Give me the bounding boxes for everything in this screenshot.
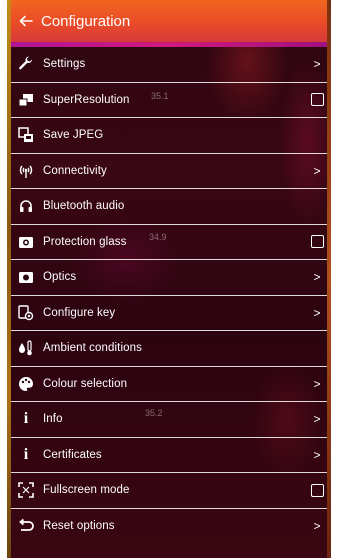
menu-item-label: Connectivity — [43, 164, 107, 177]
wireless-icon — [17, 162, 35, 180]
menu-item-protection-glass[interactable]: Protection glass 34.9 — [11, 225, 327, 260]
menu-item-superresolution[interactable]: SuperResolution 35.1 — [11, 83, 327, 118]
palette-icon — [17, 375, 35, 393]
chevron-right-icon: > — [313, 376, 321, 391]
chevron-right-icon: > — [313, 519, 321, 534]
menu-item-fullscreen-mode[interactable]: Fullscreen mode — [11, 473, 327, 509]
key-config-icon — [17, 304, 35, 322]
menu-item-settings[interactable]: Settings > — [11, 47, 327, 83]
menu-item-label: Save JPEG — [43, 129, 104, 142]
wrench-icon — [17, 55, 35, 73]
menu-item-certificates[interactable]: i Certificates > — [11, 438, 327, 473]
arrow-left-icon[interactable] — [19, 14, 33, 28]
menu-item-configure-key[interactable]: Configure key > — [11, 296, 327, 331]
chevron-right-icon: > — [313, 447, 321, 462]
menu-item-label: Colour selection — [43, 377, 128, 390]
header-bar: Configuration — [11, 0, 327, 47]
menu-item-ambient-conditions[interactable]: Ambient conditions — [11, 331, 327, 367]
right-edge — [327, 0, 331, 558]
menu-item-label: Configure key — [43, 306, 116, 319]
menu-item-label: Reset options — [43, 520, 115, 533]
chevron-right-icon: > — [313, 270, 321, 285]
ambient-icon — [17, 339, 35, 357]
menu-item-label: Certificates — [43, 448, 102, 461]
fullscreen-icon — [17, 481, 35, 499]
save-jpeg-icon — [17, 126, 35, 144]
camera-icon — [17, 233, 35, 251]
superresolution-icon — [17, 91, 35, 109]
menu-item-label: Protection glass — [43, 235, 127, 248]
page-title: Configuration — [41, 12, 131, 30]
reset-icon — [17, 517, 35, 535]
menu-item-label: Bluetooth audio — [43, 200, 125, 213]
menu-item-optics[interactable]: Optics > — [11, 260, 327, 296]
lens-icon — [17, 268, 35, 286]
settings-menu: Settings > SuperResolution 35.1 Save JPE… — [11, 47, 327, 544]
menu-item-label: Ambient conditions — [43, 342, 142, 355]
chevron-right-icon: > — [313, 163, 321, 178]
menu-item-connectivity[interactable]: Connectivity > — [11, 154, 327, 189]
menu-item-label: Info — [43, 413, 63, 426]
headset-icon — [17, 197, 35, 215]
menu-item-save-jpeg[interactable]: Save JPEG — [11, 118, 327, 154]
chevron-right-icon: > — [313, 412, 321, 427]
menu-item-reset-options[interactable]: Reset options > — [11, 509, 327, 545]
superresolution-checkbox[interactable] — [311, 93, 324, 107]
chevron-right-icon: > — [313, 305, 321, 320]
menu-item-label: Optics — [43, 271, 77, 284]
protection-glass-checkbox[interactable] — [311, 235, 324, 249]
chevron-right-icon: > — [313, 57, 321, 72]
info-icon: i — [23, 445, 29, 463]
menu-item-label: Settings — [43, 58, 86, 71]
menu-item-bluetooth-audio[interactable]: Bluetooth audio — [11, 189, 327, 225]
menu-item-colour-selection[interactable]: Colour selection > — [11, 367, 327, 402]
menu-item-info[interactable]: i Info > 35.2 — [11, 402, 327, 438]
menu-item-label: SuperResolution — [43, 93, 130, 106]
info-icon: i — [23, 410, 29, 428]
fullscreen-checkbox[interactable] — [311, 483, 324, 497]
menu-item-label: Fullscreen mode — [43, 484, 130, 497]
